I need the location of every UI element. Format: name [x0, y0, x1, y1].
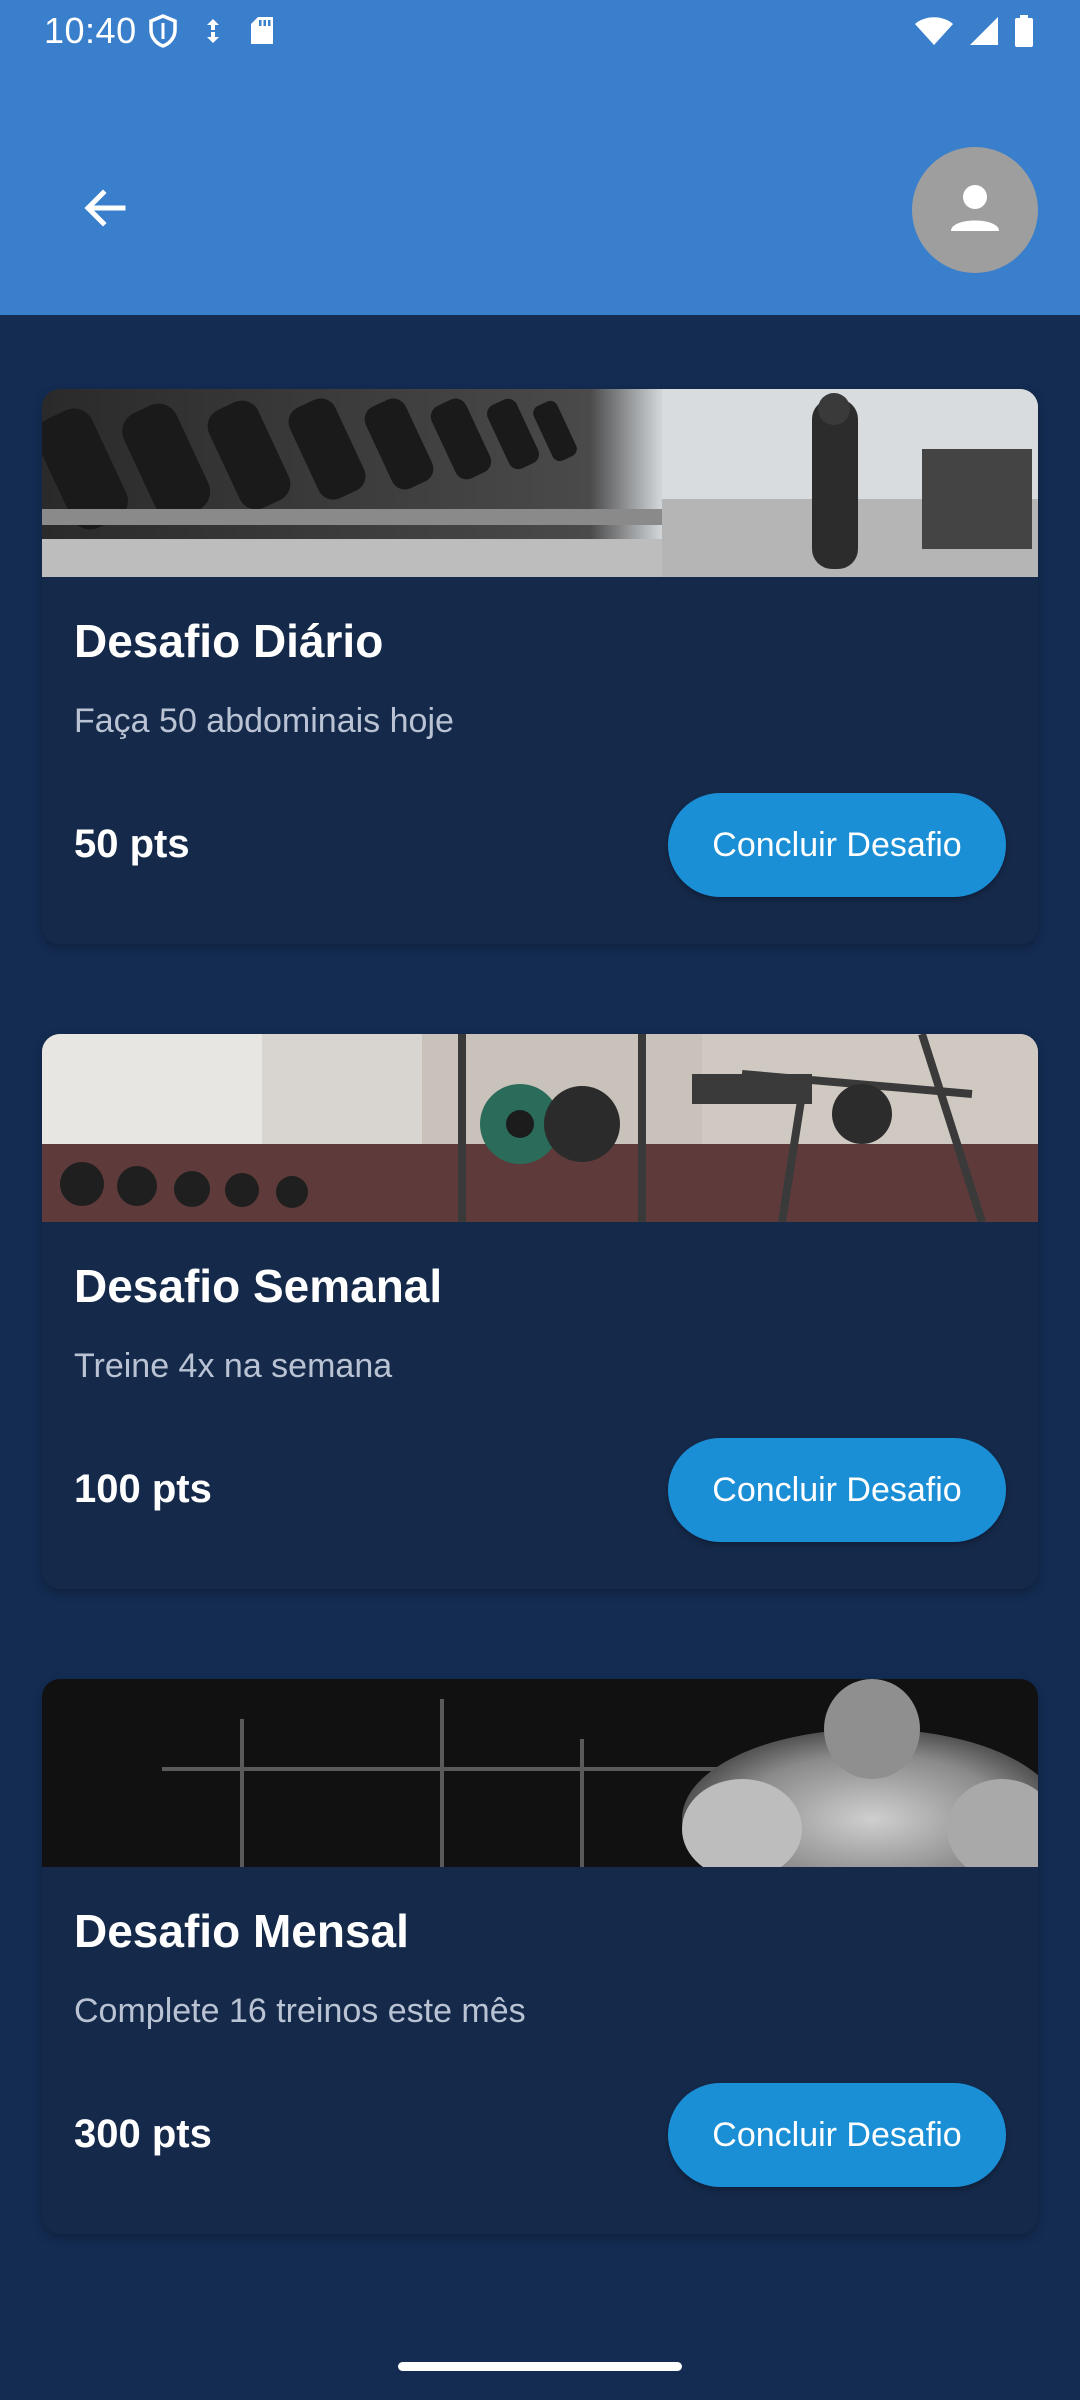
back-button[interactable] — [60, 165, 150, 255]
status-right-icons — [914, 14, 1034, 53]
shield-icon — [148, 14, 178, 53]
signal-icon — [968, 15, 1000, 52]
challenge-title: Desafio Mensal — [74, 1905, 409, 1957]
complete-challenge-button[interactable]: Concluir Desafio — [668, 793, 1006, 897]
challenge-description: Faça 50 abdominais hoje — [74, 702, 454, 740]
person-icon — [948, 181, 1002, 240]
challenge-image-monthly — [42, 1679, 1038, 1867]
app-bar: 10:40 — [0, 0, 1080, 315]
arrow-left-icon — [79, 182, 131, 239]
wifi-icon — [914, 15, 954, 52]
complete-challenge-button[interactable]: Concluir Desafio — [668, 2083, 1006, 2187]
sd-card-icon — [248, 15, 276, 52]
status-bar: 10:40 — [0, 0, 1080, 62]
challenge-points: 300 pts — [74, 2112, 212, 2156]
data-saver-icon — [200, 16, 226, 51]
profile-avatar-button[interactable] — [912, 147, 1038, 273]
challenge-description: Treine 4x na semana — [74, 1347, 393, 1385]
challenge-points: 100 pts — [74, 1467, 212, 1511]
battery-icon — [1014, 14, 1034, 53]
challenge-image-daily — [42, 389, 1038, 577]
challenge-card-daily: Desafio Diário Faça 50 abdominais hoje 5… — [42, 389, 1038, 944]
challenge-card-weekly: Desafio Semanal Treine 4x na semana 100 … — [42, 1034, 1038, 1589]
status-left-icons — [148, 14, 276, 53]
status-time: 10:40 — [44, 10, 137, 51]
challenge-card-monthly: Desafio Mensal Complete 16 treinos este … — [42, 1679, 1038, 2234]
challenge-title: Desafio Diário — [74, 615, 384, 667]
challenge-description: Complete 16 treinos este mês — [74, 1992, 526, 2030]
challenge-points: 50 pts — [74, 822, 190, 866]
challenge-image-weekly — [42, 1034, 1038, 1222]
challenge-title: Desafio Semanal — [74, 1260, 443, 1312]
complete-challenge-button[interactable]: Concluir Desafio — [668, 1438, 1006, 1542]
home-indicator[interactable] — [398, 2362, 682, 2371]
